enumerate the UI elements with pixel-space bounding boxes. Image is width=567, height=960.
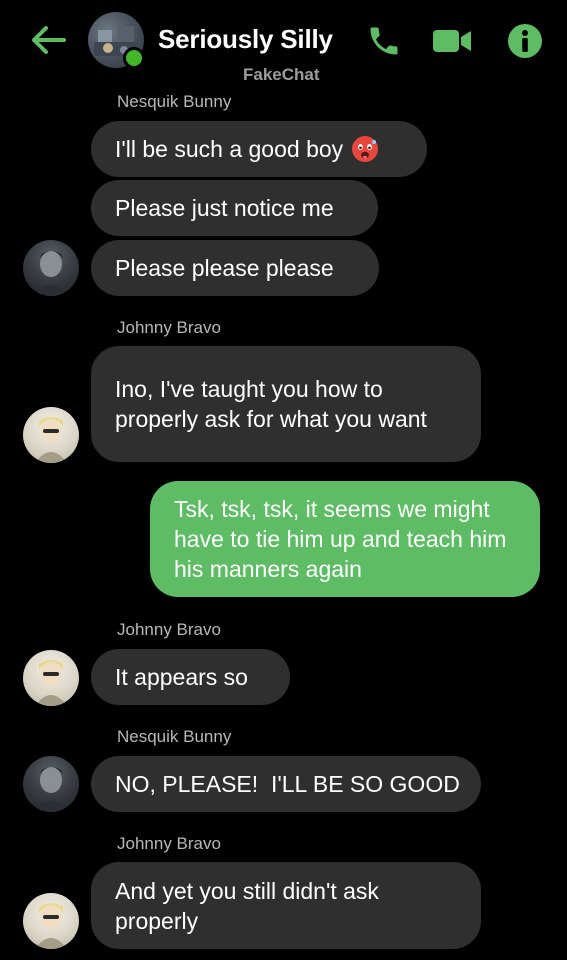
video-camera-icon xyxy=(433,30,471,52)
message-bubble[interactable]: It appears so xyxy=(91,649,290,705)
sender-name: Johnny Bravo xyxy=(117,834,221,853)
call-button[interactable] xyxy=(363,20,405,62)
avatar-johnny-bravo[interactable] xyxy=(23,650,79,706)
message-text: And yet you still didn't ask properly xyxy=(115,877,379,934)
arrow-left-icon xyxy=(32,26,66,54)
sender-name: Johnny Bravo xyxy=(117,318,221,337)
sender-name: Johnny Bravo xyxy=(117,620,221,639)
phone-icon xyxy=(370,27,398,55)
message-text: Please just notice me xyxy=(115,195,334,221)
message-bubble[interactable]: I'll be such a good boy xyxy=(91,121,427,177)
message-text: Tsk, tsk, tsk, it seems we might have to… xyxy=(174,496,507,582)
message-bubble[interactable]: NO, PLEASE! I'LL BE SO GOOD xyxy=(91,756,481,812)
message-text: Ino, I've taught you how to properly ask… xyxy=(115,376,427,432)
sender-name: Nesquik Bunny xyxy=(117,92,232,111)
message-bubble[interactable]: Ino, I've taught you how to properly ask… xyxy=(91,346,481,462)
online-status-dot xyxy=(123,47,145,69)
info-button[interactable] xyxy=(504,20,546,62)
avatar-johnny-bravo[interactable] xyxy=(23,407,79,463)
avatar-nesquik-bunny[interactable] xyxy=(23,240,79,296)
avatar-johnny-bravo[interactable] xyxy=(23,893,79,949)
avatar-nesquik-bunny[interactable] xyxy=(23,756,79,812)
message-text: Please please please xyxy=(115,255,334,281)
info-icon xyxy=(508,24,542,58)
message-bubble[interactable]: Please just notice me xyxy=(91,180,378,236)
chat-subtitle: FakeChat xyxy=(243,65,320,84)
message-bubble[interactable]: Please please please xyxy=(91,240,379,296)
video-call-button[interactable] xyxy=(431,20,473,62)
message-text: I'll be such a good boy xyxy=(115,136,344,162)
group-avatar[interactable] xyxy=(88,12,145,69)
back-button[interactable] xyxy=(28,20,70,60)
message-text: NO, PLEASE! I'LL BE SO GOOD xyxy=(115,771,460,797)
chat-title[interactable]: Seriously Silly xyxy=(158,24,333,55)
sender-name: Nesquik Bunny xyxy=(117,727,232,746)
hot-face-emoji-icon xyxy=(352,136,379,162)
message-text: It appears so xyxy=(115,664,248,690)
outgoing-message-bubble[interactable]: Tsk, tsk, tsk, it seems we might have to… xyxy=(150,481,540,597)
message-bubble[interactable]: And yet you still didn't ask properly xyxy=(91,862,481,949)
